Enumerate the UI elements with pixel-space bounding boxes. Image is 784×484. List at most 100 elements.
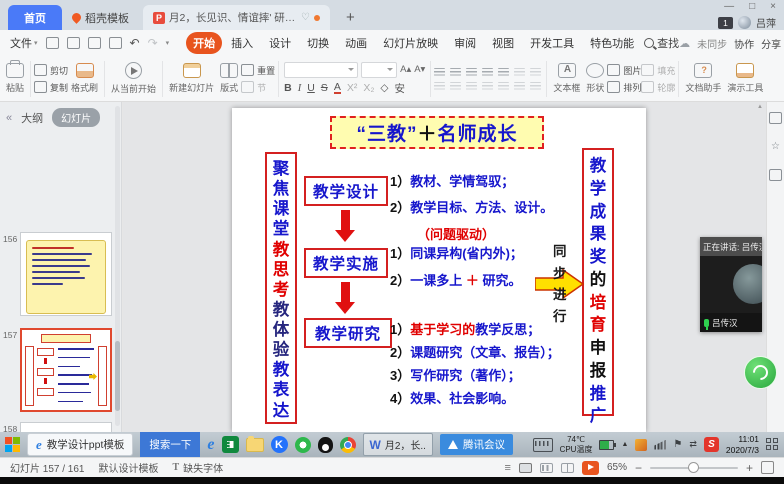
text-tool-button[interactable]: 安 — [395, 81, 406, 96]
zoom-slider-knob[interactable] — [688, 462, 699, 473]
notification-badge[interactable]: 1 — [718, 17, 733, 29]
align-center-icon[interactable] — [450, 68, 461, 76]
flow-box-research[interactable]: 教学研究 — [304, 318, 392, 348]
design-text-group[interactable]: 1）教材、学情驾驭；2）教学目标、方法、设计。 — [390, 174, 553, 226]
subscript-button[interactable]: X₂ — [363, 82, 374, 94]
tray-expand-icon[interactable]: ▲ — [621, 441, 628, 448]
text-box-button[interactable]: 文本框 — [550, 63, 583, 94]
find-button[interactable]: 查找 — [644, 35, 679, 51]
slide-thumbnail-157-selected[interactable] — [20, 328, 112, 412]
slide-thumbnail-158[interactable] — [20, 422, 112, 432]
cpu-temp-widget[interactable]: 74℃ CPU温度 — [560, 435, 593, 454]
shape-button[interactable]: 形状 — [583, 63, 607, 94]
clear-format-button[interactable]: ◇ — [380, 82, 388, 94]
normal-view-button[interactable] — [519, 463, 532, 473]
sync-status[interactable]: 未同步 — [697, 36, 727, 51]
current-slide[interactable]: “三教” ＋ 名师成长 聚焦课堂教思考教体验教表达 教学成果奖的培育申报推广 教… — [232, 108, 646, 432]
collaborate-button[interactable]: 协作 — [734, 36, 754, 51]
sogou-input-icon[interactable]: S — [704, 437, 719, 452]
columns-icon[interactable] — [514, 68, 525, 76]
menu-item-6[interactable]: 审阅 — [447, 32, 483, 54]
strikethrough-button[interactable]: S — [321, 82, 328, 94]
touch-keyboard-grid-icon[interactable] — [766, 438, 779, 451]
menu-item-1[interactable]: 插入 — [224, 32, 260, 54]
right-vertical-textbox[interactable]: 教学成果奖的培育申报推广 — [582, 148, 614, 416]
new-tab-button[interactable]: + — [340, 5, 361, 30]
picture-button[interactable]: 图片 — [607, 64, 641, 77]
paste-button[interactable]: 粘贴 — [3, 63, 27, 94]
zoom-in-button[interactable]: + — [746, 462, 753, 474]
favorite-icon[interactable]: ♡ — [301, 12, 310, 23]
collapse-panel-icon[interactable]: « — [6, 112, 12, 124]
store-icon[interactable] — [222, 436, 239, 453]
align-justify-icon[interactable] — [482, 68, 493, 76]
canvas-scroll-up-icon[interactable]: ▲ — [757, 104, 763, 110]
undo-icon[interactable]: ↶ — [130, 36, 140, 50]
flow-box-design[interactable]: 教学设计 — [304, 176, 388, 206]
minimize-button[interactable]: — — [724, 2, 734, 12]
underline-button[interactable]: U — [307, 82, 315, 94]
doc-assistant-button[interactable]: 文档助手 — [682, 63, 724, 94]
play-from-current-button[interactable]: 从当前开始 — [108, 62, 159, 95]
properties-icon[interactable] — [769, 112, 782, 124]
network-signal-icon[interactable] — [654, 440, 666, 450]
menu-item-5[interactable]: 幻灯片放映 — [376, 32, 445, 54]
language-switch-icon[interactable]: ⇄ — [689, 440, 697, 449]
increase-font-button[interactable]: A▴ — [400, 64, 411, 75]
section-button[interactable]: 节 — [241, 81, 275, 94]
format-painter-button[interactable]: 格式刷 — [68, 63, 101, 94]
reset-button[interactable]: 重置 — [241, 64, 275, 77]
layout-button[interactable]: 版式 — [217, 63, 241, 94]
fill-button[interactable]: 填充 — [641, 64, 675, 77]
redo-icon[interactable]: ↷ — [148, 36, 158, 50]
align-bottom-icon[interactable] — [530, 82, 541, 90]
menu-item-2[interactable]: 设计 — [262, 32, 298, 54]
slide-title[interactable]: “三教” ＋ 名师成长 — [330, 116, 544, 149]
taskbar-meeting-button[interactable]: 腾讯会议 — [440, 434, 513, 455]
slideshow-play-button[interactable] — [582, 461, 599, 475]
superscript-button[interactable]: X² — [347, 82, 358, 94]
close-button[interactable]: × — [770, 2, 776, 12]
save-icon[interactable] — [46, 37, 59, 49]
panel-scrollbar[interactable] — [115, 106, 120, 426]
taskbar-clock[interactable]: 11:01 2020/7/3 — [726, 434, 759, 455]
slide-thumbnail-156[interactable] — [20, 232, 112, 316]
outline-button[interactable]: 轮廓 — [641, 81, 675, 94]
start-button[interactable] — [5, 437, 20, 452]
template-name[interactable]: 默认设计模板 — [98, 460, 158, 475]
sync-vertical-text[interactable]: 同步进行 — [553, 241, 568, 327]
line-spacing-icon[interactable] — [498, 68, 509, 76]
present-tools-button[interactable]: 演示工具 — [724, 63, 766, 94]
align-left-icon[interactable] — [434, 68, 445, 76]
left-vertical-textbox[interactable]: 聚焦课堂教思考教体验教表达 — [265, 152, 297, 424]
file-menu[interactable]: 文件 — [10, 35, 32, 51]
new-slide-button[interactable]: 新建幻灯片 — [166, 63, 217, 94]
resources-icon[interactable] — [769, 169, 782, 181]
user-name[interactable]: 吕萍 — [756, 15, 776, 30]
ie-taskbar-icon[interactable]: e — [207, 437, 214, 453]
battery-icon[interactable] — [599, 440, 614, 450]
font-size-select[interactable] — [361, 62, 397, 78]
user-avatar[interactable] — [738, 16, 751, 29]
chrome-icon[interactable] — [340, 437, 356, 453]
zoom-level[interactable]: 65% — [607, 462, 627, 473]
slide-sorter-view-button[interactable] — [540, 463, 553, 473]
preview-icon[interactable] — [109, 37, 122, 49]
menu-item-7[interactable]: 视图 — [485, 32, 521, 54]
print-icon[interactable] — [88, 37, 101, 49]
font-color-button[interactable]: A — [334, 82, 341, 95]
tab-document[interactable]: P 月2，长见识、情谊摔' 研析.ppt ♡ — [143, 5, 330, 30]
bold-button[interactable]: B — [284, 82, 292, 94]
arrange-button[interactable]: 排列 — [607, 81, 641, 94]
zoom-slider[interactable] — [650, 467, 738, 469]
tab-slides[interactable]: 幻灯片 — [52, 108, 100, 127]
menu-item-3[interactable]: 切换 — [300, 32, 336, 54]
font-name-select[interactable] — [284, 62, 358, 78]
tab-docer[interactable]: 稻壳模板 — [62, 5, 139, 30]
zoom-out-button[interactable]: − — [635, 462, 642, 474]
chevron-down-icon[interactable]: ▾ — [34, 39, 38, 47]
tab-outline[interactable]: 大纲 — [21, 110, 43, 126]
align-right-icon[interactable] — [466, 68, 477, 76]
italic-button[interactable]: I — [298, 83, 302, 94]
file-explorer-icon[interactable] — [246, 438, 264, 452]
